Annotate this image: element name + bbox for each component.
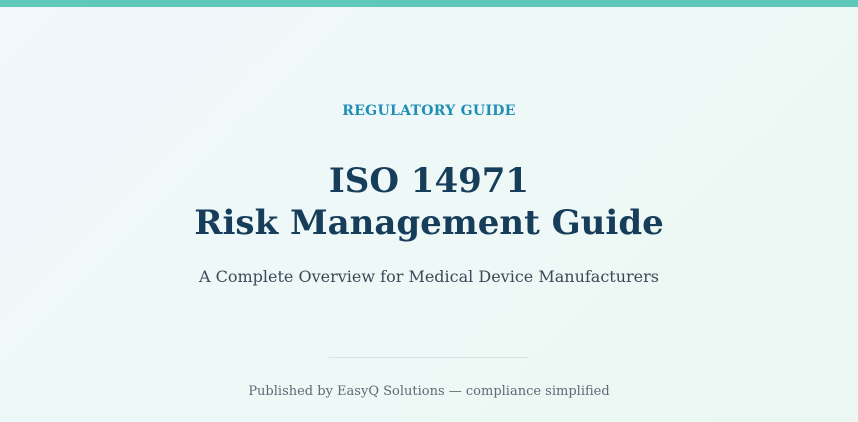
cover-page: REGULATORY GUIDE ISO 14971 Risk Manageme… [0,0,858,422]
publisher-note: Published by EasyQ Solutions — complianc… [248,384,610,399]
subtitle: A Complete Overview for Medical Device M… [198,267,659,286]
page-title: ISO 14971 Risk Management Guide [0,160,858,244]
divider [329,357,529,358]
title-line-1: ISO 14971 [328,161,530,201]
category-label: REGULATORY GUIDE [342,103,516,119]
title-line-2: Risk Management Guide [194,203,664,243]
